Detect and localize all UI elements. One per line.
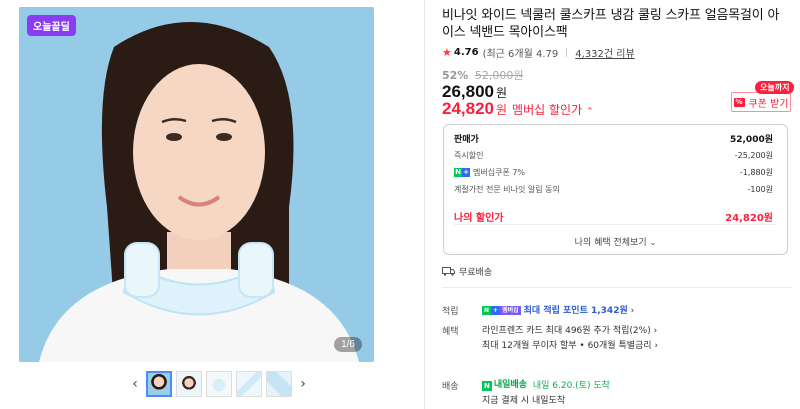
breakdown-membership-value: -1,880원 xyxy=(739,168,773,177)
my-benefits-label: 나의 혜택 전체보기 xyxy=(574,238,647,248)
breakdown-sale-label: 판매가 xyxy=(454,135,479,145)
thumbnail-5[interactable] xyxy=(266,371,292,397)
rating-summary: ★ 4.76 (최근 6개월 4.79 4,332건 리뷰 xyxy=(442,45,635,60)
my-benefits-link[interactable]: 나의 혜택 전체보기 ⌄ xyxy=(444,235,787,248)
chevron-right-icon: › xyxy=(654,341,659,351)
thumbnail-next-arrow-icon[interactable]: › xyxy=(296,376,310,392)
breakdown-row-consent: 계절가전 전문 비나잇 알림 동의 -100원 xyxy=(454,184,773,195)
member-price-toggle[interactable]: 24,820 원 멤버십 할인가 ⌃ xyxy=(442,99,594,119)
breakdown-consent-value: -100원 xyxy=(747,185,773,194)
free-shipping: 무료배송 xyxy=(442,265,492,278)
installment-benefit-link[interactable]: 최대 12개월 무이자 할부 • 60개월 특별금리 › xyxy=(482,341,658,351)
breakdown-consent-label: 계절가전 전문 비나잇 알림 동의 xyxy=(454,185,560,194)
points-row: 적립 N + 멤버십 최대 적립 포인트 1,342원 › xyxy=(442,304,634,319)
thumbnail-3[interactable] xyxy=(206,371,232,397)
breakdown-row-total: 나의 할인가 24,820원 xyxy=(454,209,773,224)
breakdown-row-sale: 판매가 52,000원 xyxy=(454,132,773,145)
delivery-note: 지금 결제 시 내일도착 xyxy=(482,396,566,406)
column-divider xyxy=(424,0,425,409)
thumbnail-prev-arrow-icon[interactable]: ‹ xyxy=(128,376,142,392)
card-benefit-text: 라인프렌즈 카드 최대 496원 추가 적립(2%) xyxy=(482,326,651,336)
points-link[interactable]: N + 멤버십 최대 적립 포인트 1,342원 › xyxy=(482,304,634,319)
breakdown-sale-value: 52,000원 xyxy=(729,135,773,145)
star-icon: ★ xyxy=(442,46,452,59)
coupon-today-tag: 오늘까지 xyxy=(755,81,795,94)
rating-recent: (최근 6개월 4.79 xyxy=(482,49,559,60)
member-price-value: 24,820 xyxy=(442,99,494,118)
coupon-button-label: 쿠폰 받기 xyxy=(748,98,789,110)
coupon-icon: % xyxy=(733,97,745,107)
thumbnail-strip: ‹ › xyxy=(128,371,310,397)
thumbnail-4[interactable] xyxy=(236,371,262,397)
delivery-row: 배송 N 내일배송 내일 6.20.(토) 도착 지금 결제 시 내일도착 xyxy=(442,379,610,409)
rating-value: 4.76 xyxy=(453,47,479,58)
chevron-right-icon: › xyxy=(653,326,658,336)
thumbnail-1[interactable] xyxy=(146,371,172,397)
breakdown-divider xyxy=(454,224,777,225)
coupon-download-button[interactable]: % 쿠폰 받기 xyxy=(731,92,791,112)
points-text: 최대 적립 포인트 1,342원 xyxy=(523,306,628,316)
main-product-image[interactable]: 오늘끝딜 1/6 xyxy=(19,7,374,362)
review-count-link[interactable]: 4,332건 리뷰 xyxy=(575,45,634,60)
free-shipping-label: 무료배송 xyxy=(459,268,493,278)
today-deal-badge: 오늘끝딜 xyxy=(27,15,76,36)
original-price: 52,000원 xyxy=(474,69,524,82)
card-benefit-link[interactable]: 라인프렌즈 카드 최대 496원 추가 적립(2%) › xyxy=(482,326,657,336)
benefits-row: 혜택 라인프렌즈 카드 최대 496원 추가 적립(2%) › 최대 12개월 … xyxy=(442,324,658,354)
product-photo xyxy=(19,7,374,362)
breakdown-row-instant: 즉시할인 -25,200원 xyxy=(454,150,773,161)
naver-plus-badge-icon: N + xyxy=(454,168,470,177)
breakdown-instant-value: -25,200원 xyxy=(734,151,773,160)
next-day-delivery-badge: N 내일배송 xyxy=(482,380,527,391)
naver-plus-membership-badge-icon: N + 멤버십 xyxy=(482,306,521,315)
image-page-indicator: 1/6 xyxy=(334,337,362,352)
chevron-right-icon: › xyxy=(630,306,635,316)
breakdown-row-membership: N + 멤버십쿠폰 7% -1,880원 xyxy=(454,167,773,178)
rating-separator xyxy=(566,48,568,57)
delivery-date: 내일 6.20.(토) 도착 xyxy=(532,381,610,391)
discount-rate: 52% xyxy=(442,69,469,82)
price-breakdown-box: 판매가 52,000원 즉시할인 -25,200원 N + 멤버십쿠폰 7% -1,… xyxy=(443,124,788,255)
delivery-label: 배송 xyxy=(442,382,459,392)
points-label: 적립 xyxy=(442,307,459,317)
breakdown-total-value: 24,820원 xyxy=(725,213,773,224)
member-price-unit: 원 xyxy=(496,103,508,117)
discount-info: 52% 52,000원 xyxy=(442,67,523,83)
product-title: 비나잇 와이드 넥쿨러 쿨스카프 냉감 쿨링 스카프 얼음목걸이 아이스 넥밴드… xyxy=(442,8,780,40)
breakdown-total-label: 나의 할인가 xyxy=(454,213,504,224)
breakdown-membership-label: 멤버십쿠폰 7% xyxy=(473,168,526,177)
section-divider xyxy=(442,287,792,288)
truck-icon xyxy=(442,267,455,276)
chevron-down-icon: ⌄ xyxy=(649,238,657,247)
breakdown-instant-label: 즉시할인 xyxy=(454,151,484,160)
member-price-label: 멤버십 할인가 xyxy=(512,103,583,117)
installment-benefit-text: 최대 12개월 무이자 할부 • 60개월 특별금리 xyxy=(482,341,652,351)
benefits-label: 혜택 xyxy=(442,327,459,337)
thumbnail-2[interactable] xyxy=(176,371,202,397)
chevron-up-icon: ⌃ xyxy=(586,107,594,117)
